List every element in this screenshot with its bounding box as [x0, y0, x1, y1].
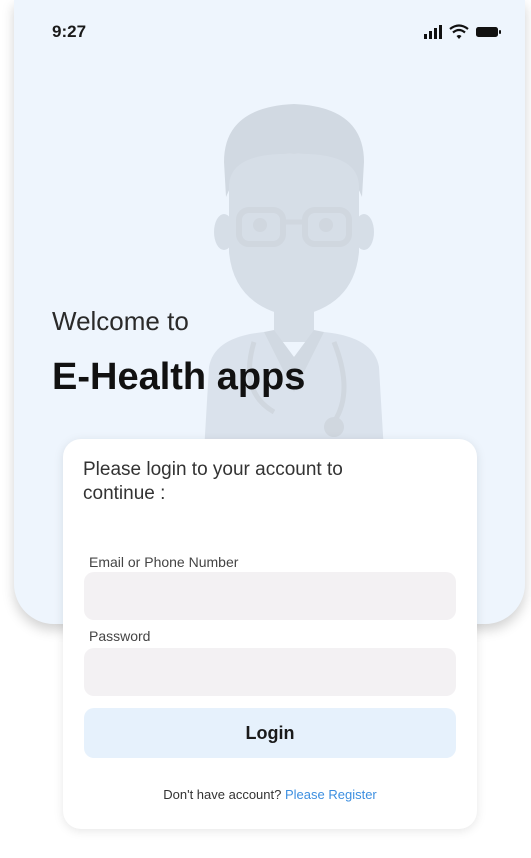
login-instructions: Please login to your account to continue… — [83, 459, 343, 504]
login-card: Please login to your account to continue… — [63, 439, 477, 829]
battery-icon — [476, 27, 501, 37]
status-time: 9:27 — [52, 22, 87, 41]
status-icons — [424, 24, 504, 40]
wifi-icon — [449, 24, 469, 39]
email-field[interactable] — [84, 572, 456, 620]
register-link[interactable]: Please Register — [285, 787, 377, 802]
app-title: E-Health apps — [52, 356, 306, 398]
login-button[interactable]: Login — [84, 708, 456, 758]
password-label: Password — [89, 628, 151, 644]
email-label: Email or Phone Number — [89, 554, 239, 570]
login-screen: Welcome to E-Health apps 9:27 Please log… — [0, 0, 531, 858]
register-row: Don't have account? Please Register — [63, 787, 477, 802]
register-prompt: Don't have account? — [163, 787, 282, 802]
welcome-text: Welcome to — [52, 306, 189, 336]
password-field[interactable] — [84, 648, 456, 696]
status-bar: 9:27 — [0, 0, 531, 60]
signal-icon — [424, 25, 442, 39]
